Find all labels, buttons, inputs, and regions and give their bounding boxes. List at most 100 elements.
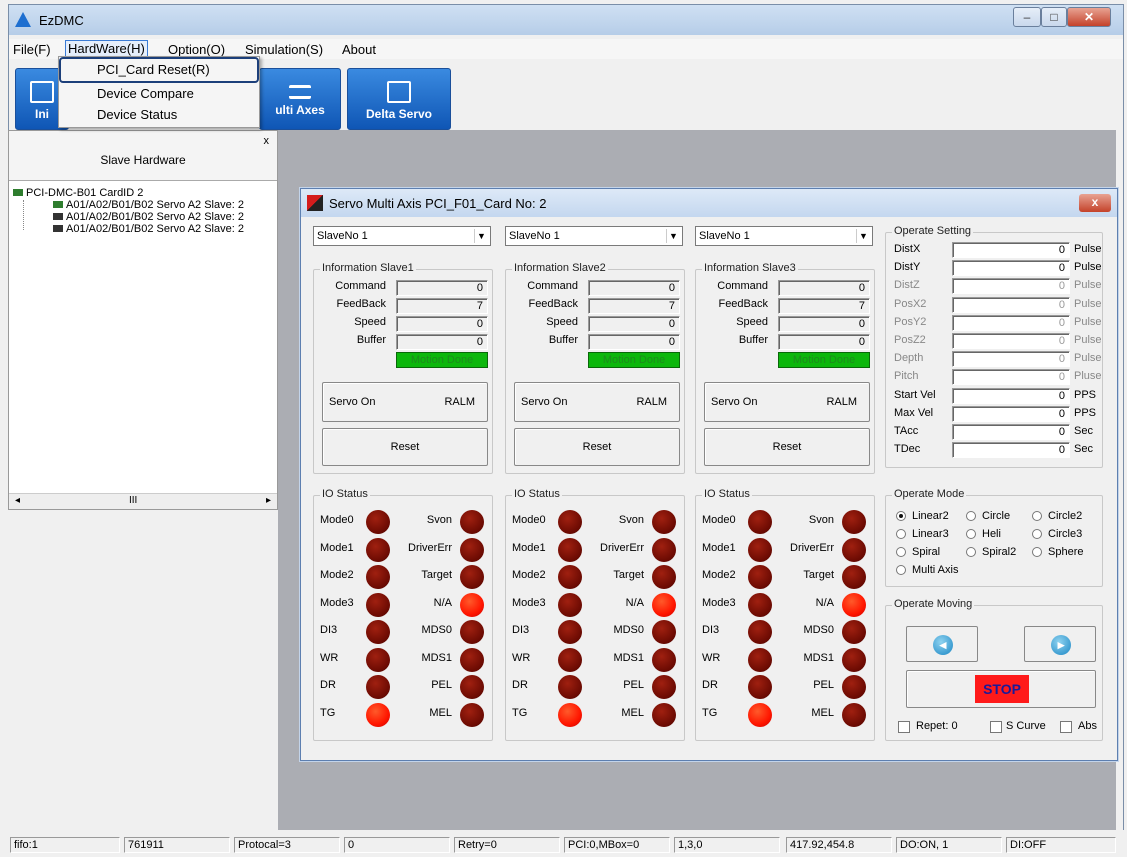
feedback-value: 7 bbox=[588, 298, 680, 314]
minimize-button[interactable]: – bbox=[1013, 7, 1041, 27]
slave-select[interactable]: SlaveNo 1 ▼ bbox=[695, 226, 873, 246]
menu-file[interactable]: File(F) bbox=[13, 42, 51, 57]
child-close-button[interactable]: x bbox=[1079, 194, 1111, 212]
slave-select[interactable]: SlaveNo 1 ▼ bbox=[313, 226, 491, 246]
tree-node[interactable]: A01/A02/B01/B02 Servo A2 Slave: 2 bbox=[53, 211, 244, 223]
mode-radio[interactable] bbox=[966, 547, 976, 557]
io-label: N/A bbox=[433, 596, 452, 609]
setting-input[interactable]: 0 bbox=[952, 387, 1070, 404]
ralm-button[interactable]: RALM bbox=[636, 396, 667, 408]
mode-radio[interactable] bbox=[1032, 547, 1042, 557]
setting-input[interactable]: 0 bbox=[952, 260, 1070, 277]
io-status-group: IO Status Mode0 Svon Mode1 DriverErr Mode2 Tar… bbox=[313, 488, 493, 741]
status-cell: Protocal=3 bbox=[234, 837, 340, 853]
io-label: Mode1 bbox=[512, 541, 546, 554]
ralm-button[interactable]: RALM bbox=[444, 396, 475, 408]
horizontal-scrollbar[interactable]: ◂ III ▸ bbox=[9, 493, 277, 509]
menu-option[interactable]: Option(O) bbox=[168, 42, 225, 57]
setting-input[interactable]: 0 bbox=[952, 278, 1070, 295]
slave-select[interactable]: SlaveNo 1 ▼ bbox=[505, 226, 683, 246]
setting-input[interactable]: 0 bbox=[952, 242, 1070, 258]
ralm-button[interactable]: RALM bbox=[826, 396, 857, 408]
setting-input[interactable]: 0 bbox=[952, 369, 1070, 386]
scroll-thumb[interactable]: III bbox=[129, 495, 137, 506]
mode-label: Multi Axis bbox=[912, 564, 959, 576]
repeat-checkbox[interactable] bbox=[898, 721, 910, 733]
io-led-indicator bbox=[748, 620, 772, 644]
motion-done-indicator: Motion Done bbox=[396, 352, 488, 368]
buffer-label: Buffer bbox=[738, 334, 768, 346]
setting-input[interactable]: 0 bbox=[952, 442, 1070, 459]
menu-device-status[interactable]: Device Status bbox=[97, 107, 177, 122]
io-led-indicator bbox=[366, 510, 390, 534]
mode-label: Circle3 bbox=[1048, 528, 1083, 540]
io-led-indicator bbox=[366, 647, 390, 672]
scroll-left-icon[interactable]: ◂ bbox=[15, 495, 20, 506]
panel-title: Slave Hardware bbox=[100, 153, 186, 167]
panel-close-button[interactable]: x bbox=[264, 135, 270, 147]
io-led-indicator bbox=[652, 702, 676, 727]
close-button[interactable]: ✕ bbox=[1067, 7, 1111, 27]
multi-axes-button[interactable]: ulti Axes bbox=[259, 68, 341, 130]
setting-input[interactable]: 0 bbox=[952, 333, 1070, 349]
io-led-indicator bbox=[366, 537, 390, 562]
command-label: Command bbox=[527, 280, 578, 292]
mode-radio[interactable] bbox=[1032, 511, 1042, 521]
repeat-label: Repet: 0 bbox=[916, 720, 958, 732]
reset-button[interactable]: Reset bbox=[322, 428, 488, 466]
tree-line bbox=[23, 200, 24, 230]
tree-node[interactable]: A01/A02/B01/B02 Servo A2 Slave: 2 bbox=[53, 199, 244, 211]
mode-label: Sphere bbox=[1048, 546, 1084, 558]
menu-about[interactable]: About bbox=[342, 42, 376, 57]
mode-radio[interactable] bbox=[1032, 529, 1042, 539]
setting-input[interactable]: 0 bbox=[952, 424, 1070, 440]
menu-pci-card-reset[interactable]: PCI_Card Reset(R) bbox=[97, 62, 210, 77]
tree-node[interactable]: A01/A02/B01/B02 Servo A2 Slave: 2 bbox=[53, 223, 244, 235]
io-label: DriverErr bbox=[408, 541, 452, 554]
stop-button[interactable]: STOP bbox=[906, 670, 1096, 708]
setting-input[interactable]: 0 bbox=[952, 351, 1070, 368]
io-led-indicator bbox=[460, 537, 484, 562]
servo-on-button[interactable]: Servo On bbox=[711, 396, 757, 408]
tree-root[interactable]: PCI-DMC-B01 CardID 2 bbox=[13, 187, 143, 199]
io-led-indicator bbox=[842, 702, 866, 727]
menu-simulation[interactable]: Simulation(S) bbox=[245, 42, 323, 57]
io-label: MEL bbox=[429, 706, 452, 719]
mode-radio[interactable] bbox=[896, 529, 906, 539]
io-label: DR bbox=[512, 679, 528, 691]
setting-input[interactable]: 0 bbox=[952, 314, 1070, 331]
io-label: Mode3 bbox=[702, 596, 736, 609]
io-label: MDS0 bbox=[803, 624, 834, 636]
maximize-button[interactable]: □ bbox=[1041, 7, 1067, 27]
abs-checkbox[interactable] bbox=[1060, 721, 1072, 733]
feedback-label: FeedBack bbox=[528, 298, 578, 310]
delta-servo-button[interactable]: Delta Servo bbox=[347, 68, 451, 130]
mode-radio[interactable] bbox=[896, 511, 906, 521]
scurve-checkbox[interactable] bbox=[990, 721, 1002, 733]
buffer-label: Buffer bbox=[356, 334, 386, 346]
setting-label: DistY bbox=[894, 261, 921, 274]
servo-on-button[interactable]: Servo On bbox=[521, 396, 567, 408]
speed-value: 0 bbox=[588, 316, 680, 332]
io-led-indicator bbox=[460, 592, 484, 617]
scroll-right-icon[interactable]: ▸ bbox=[266, 495, 271, 506]
mode-radio[interactable] bbox=[966, 511, 976, 521]
mode-radio[interactable] bbox=[896, 547, 906, 557]
information-group: Information Slave1 Command 0 FeedBack 7 Speed… bbox=[313, 262, 493, 474]
information-title: Information Slave3 bbox=[702, 262, 798, 274]
operate-mode-group: Operate Mode Linear2 Circle Circle2 Linear3… bbox=[885, 488, 1103, 587]
move-right-button[interactable]: ▸ bbox=[1024, 626, 1096, 662]
speed-label: Speed bbox=[546, 316, 578, 328]
servo-on-button[interactable]: Servo On bbox=[329, 396, 375, 408]
mode-radio[interactable] bbox=[966, 529, 976, 539]
setting-input[interactable]: 0 bbox=[952, 296, 1070, 313]
io-label: Mode1 bbox=[320, 541, 354, 554]
menu-hardware[interactable]: HardWare(H) bbox=[65, 40, 148, 57]
setting-input[interactable]: 0 bbox=[952, 405, 1070, 422]
reset-button[interactable]: Reset bbox=[704, 428, 870, 466]
mode-radio[interactable] bbox=[896, 565, 906, 575]
reset-button[interactable]: Reset bbox=[514, 428, 680, 466]
move-left-button[interactable]: ◂ bbox=[906, 626, 978, 662]
menu-device-compare[interactable]: Device Compare bbox=[97, 86, 194, 101]
io-label: MDS0 bbox=[613, 624, 644, 636]
